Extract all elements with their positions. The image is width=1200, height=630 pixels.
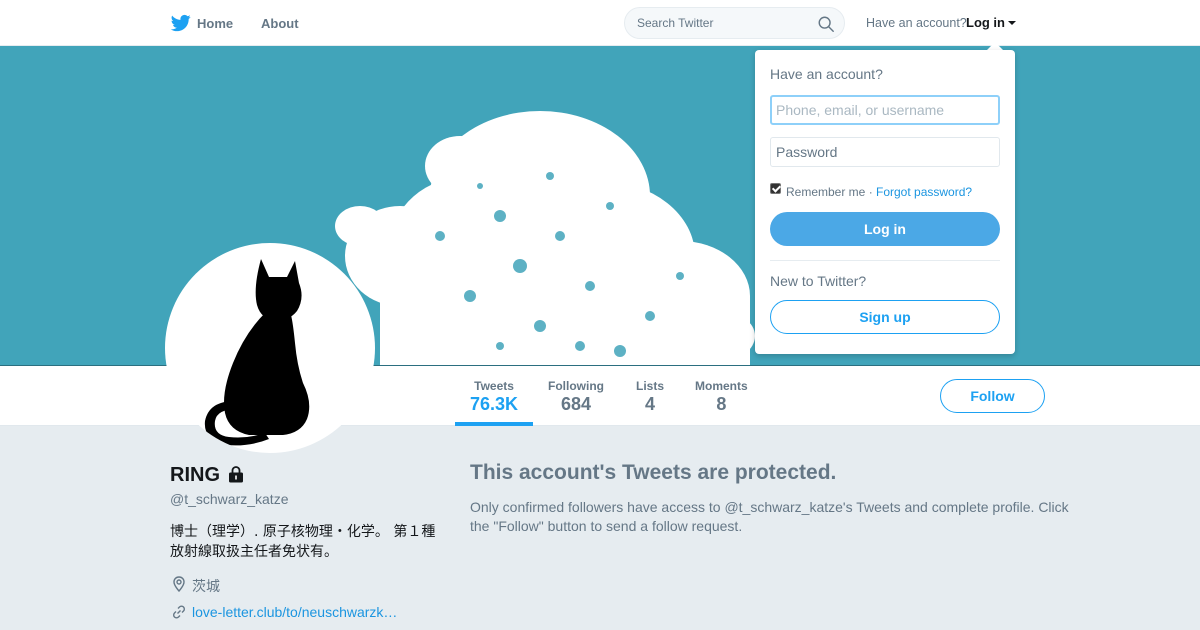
nav-about-link[interactable]: About [261, 16, 299, 31]
login-button[interactable]: Log in [770, 212, 1000, 246]
top-navigation: Home About Search Twitter Have an accoun… [0, 0, 1200, 46]
stat-value: 76.3K [470, 394, 519, 414]
profile-bio: 博士（理学）. 原子核物理・化学。 第１種放射線取扱主任者免状有。 [170, 524, 436, 560]
stat-label: Following [548, 379, 604, 393]
location-pin-icon [173, 576, 185, 592]
stat-label: Tweets [474, 379, 514, 393]
caret-down-icon[interactable] [1008, 21, 1016, 25]
search-icon[interactable] [817, 15, 835, 33]
login-dropdown-toggle[interactable]: Log in [966, 15, 1005, 30]
remember-me-label: Remember me · [786, 185, 873, 199]
protected-title: This account's Tweets are protected. [470, 461, 837, 484]
stat-value: 4 [645, 394, 656, 414]
profile-handle: @t_schwarz_katze [170, 491, 289, 507]
stat-value: 8 [716, 394, 727, 414]
stat-label: Moments [695, 379, 748, 393]
following-stat[interactable]: Following 684 [548, 379, 604, 415]
search-box[interactable]: Search Twitter [624, 7, 845, 39]
signup-button[interactable]: Sign up [770, 300, 1000, 334]
search-input[interactable]: Search Twitter [637, 16, 713, 30]
tweets-stat[interactable]: Tweets 76.3K [470, 379, 518, 415]
profile-website-link[interactable]: love-letter.club/to/neuschwarzk… [192, 604, 397, 620]
forgot-password-link[interactable]: Forgot password? [876, 185, 972, 199]
new-to-twitter-text: New to Twitter? [770, 273, 867, 289]
profile-location: 茨城 [192, 579, 220, 595]
nav-home-link[interactable]: Home [197, 16, 233, 31]
dropdown-title: Have an account? [770, 66, 883, 82]
lock-icon [229, 466, 243, 483]
link-icon [172, 605, 186, 619]
profile-name: RING [170, 464, 220, 486]
follow-button[interactable]: Follow [940, 379, 1045, 413]
stat-value: 684 [560, 394, 592, 414]
cat-silhouette-image [204, 259, 310, 446]
avatar[interactable] [165, 243, 375, 453]
password-field[interactable]: Password [770, 137, 1000, 167]
stat-label: Lists [636, 379, 665, 393]
remember-me-checkbox[interactable] [770, 183, 781, 194]
moments-stat[interactable]: Moments 8 [695, 379, 748, 415]
username-field[interactable]: Phone, email, or username [770, 95, 1000, 125]
have-account-text: Have an account? [866, 16, 967, 30]
active-tab-indicator [455, 422, 533, 426]
twitter-bird-icon[interactable] [170, 13, 192, 33]
lists-stat[interactable]: Lists 4 [636, 379, 664, 415]
divider [770, 260, 1000, 261]
protected-message: Only confirmed followers have access to … [470, 499, 1069, 534]
